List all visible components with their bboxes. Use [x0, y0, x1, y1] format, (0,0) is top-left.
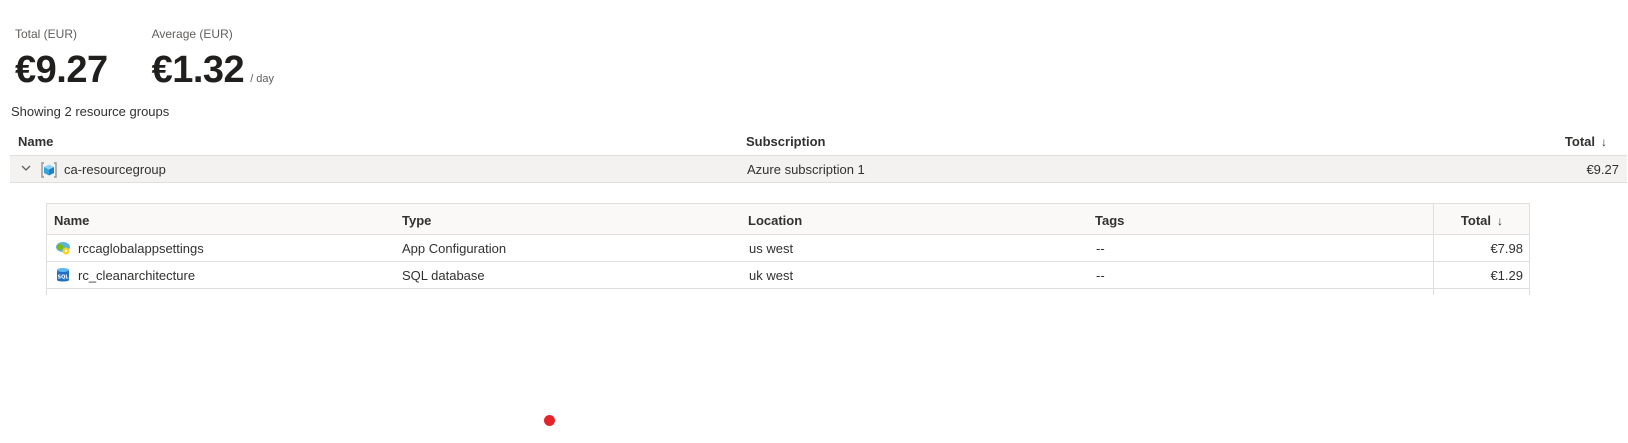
- resource-group-row[interactable]: ca-resourcegroup Azure subscription 1 €9…: [10, 155, 1627, 183]
- average-value: €1.32: [151, 49, 245, 91]
- column-header-type[interactable]: Type: [402, 213, 431, 228]
- total-value: €9.27: [15, 49, 108, 91]
- resource-total: €7.98: [1490, 241, 1523, 256]
- resource-name[interactable]: rccaglobalappsettings: [78, 241, 204, 256]
- resource-location: us west: [749, 241, 794, 256]
- table-row[interactable]: SQL rc_cleanarchitecture SQL database uk…: [47, 262, 1529, 289]
- app-configuration-icon: [56, 242, 70, 255]
- average-metric: Average (EUR) €1.32 / day: [152, 26, 274, 96]
- chevron-down-icon[interactable]: [20, 162, 32, 174]
- column-header-total[interactable]: Total ↓: [1565, 134, 1607, 149]
- average-label: Average (EUR): [151, 27, 233, 41]
- resource-grid: Name Type Location Tags Total ↓ rccagloba…: [46, 203, 1530, 295]
- arrow-down-icon: ↓: [1601, 135, 1607, 149]
- total-label: Total (EUR): [15, 27, 78, 41]
- column-header-name[interactable]: Name: [18, 134, 53, 149]
- sql-database-icon: SQL: [57, 268, 69, 282]
- cost-summary: Total (EUR) €9.27 Average (EUR) €1.32 / …: [15, 26, 274, 96]
- column-header-total-label: Total: [1460, 213, 1491, 228]
- arrow-down-icon: ↓: [1497, 214, 1503, 228]
- column-header-tags[interactable]: Tags: [1095, 213, 1124, 228]
- resource-name[interactable]: rc_cleanarchitecture: [78, 268, 195, 283]
- column-header-subscription[interactable]: Subscription: [746, 134, 825, 149]
- column-header-total[interactable]: Total ↓: [1461, 213, 1503, 228]
- column-header-name[interactable]: Name: [54, 213, 89, 228]
- resource-grid-header: Name Type Location Tags Total ↓: [47, 204, 1529, 235]
- total-metric: Total (EUR) €9.27: [15, 26, 108, 96]
- resource-type: SQL database: [402, 268, 485, 283]
- resource-total: €1.29: [1490, 268, 1523, 283]
- resource-type: App Configuration: [402, 241, 507, 256]
- cursor-marker: [544, 415, 555, 426]
- resource-group-subscription: Azure subscription 1: [747, 162, 865, 177]
- resource-group-grid-header: Name Subscription Total ↓: [10, 130, 1627, 154]
- column-header-total-label: Total: [1564, 134, 1595, 149]
- resource-tags: --: [1096, 241, 1105, 256]
- resource-group-name[interactable]: ca-resourcegroup: [64, 162, 166, 177]
- average-unit: / day: [250, 73, 275, 85]
- resource-tags: --: [1096, 268, 1105, 283]
- svg-text:SQL: SQL: [57, 275, 69, 281]
- column-header-location[interactable]: Location: [748, 213, 802, 228]
- resource-group-icon: [41, 162, 57, 178]
- showing-count: Showing 2 resource groups: [11, 104, 170, 119]
- table-row[interactable]: rccaglobalappsettings App Configuration …: [47, 235, 1529, 262]
- total-column-divider: [1433, 204, 1434, 295]
- resource-group-total: €9.27: [1586, 162, 1619, 177]
- resource-location: uk west: [749, 268, 794, 283]
